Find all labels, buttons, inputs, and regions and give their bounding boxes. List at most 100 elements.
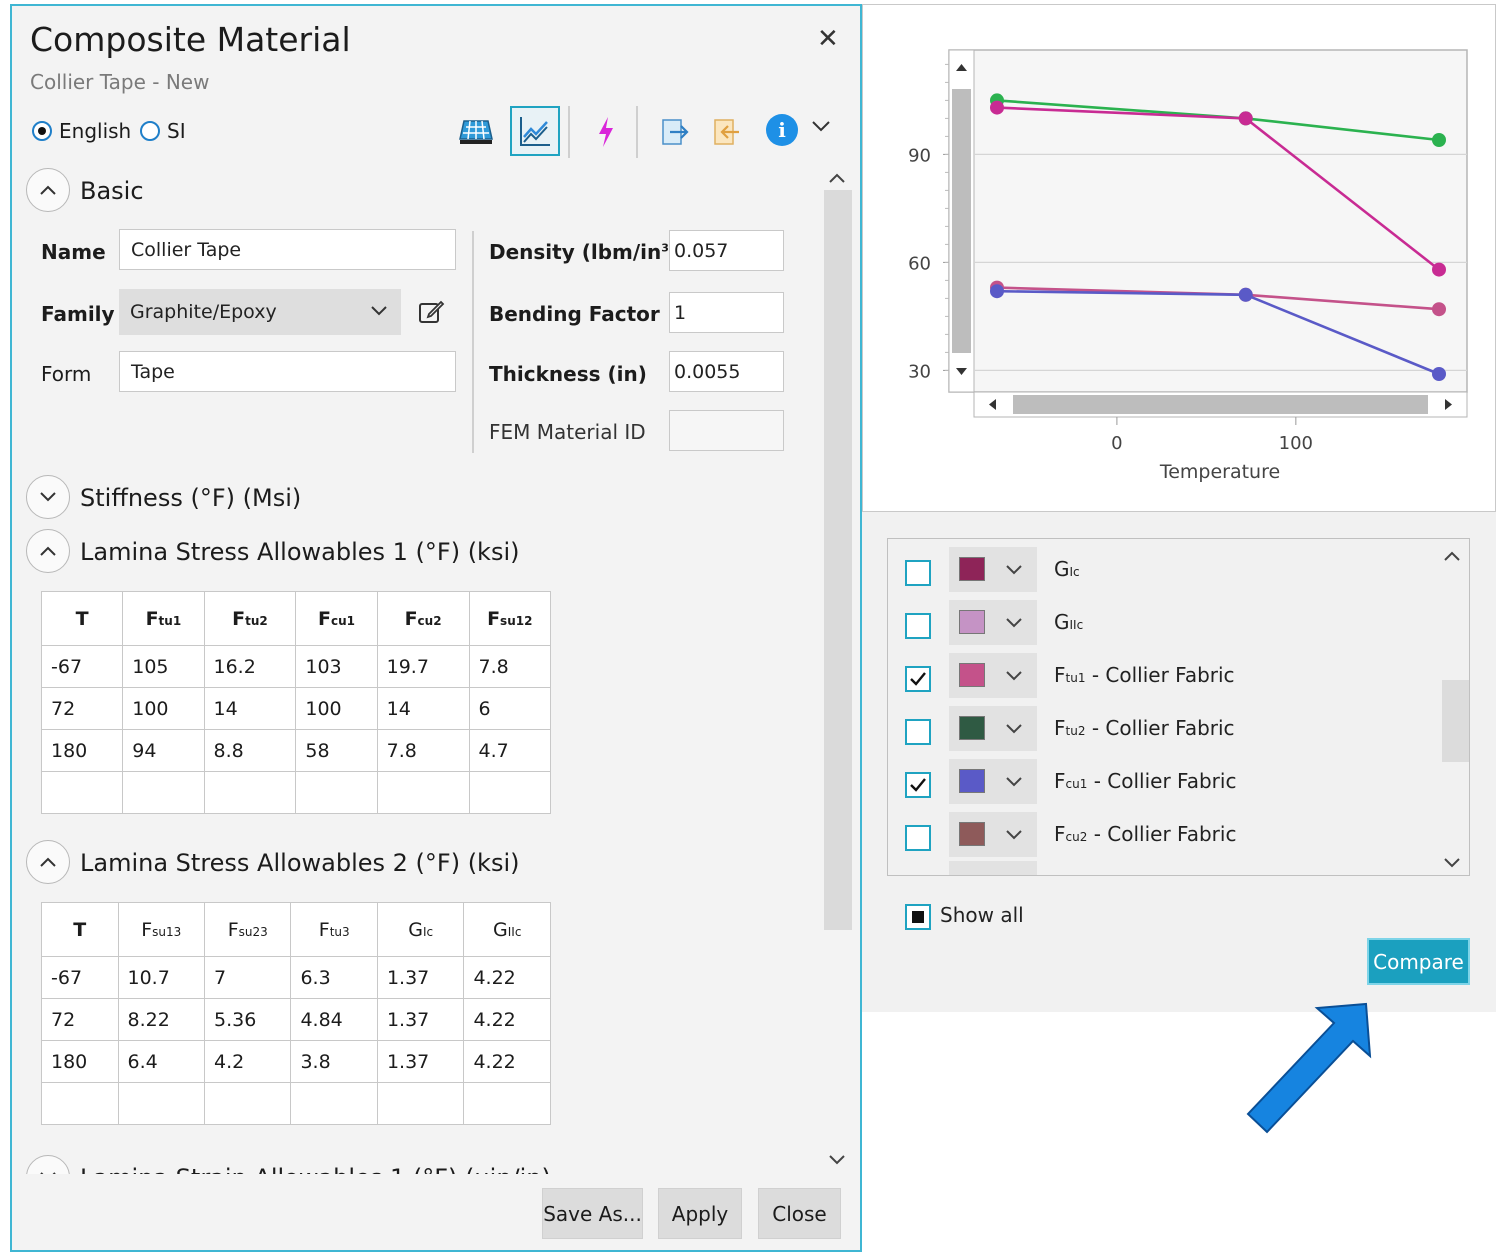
table-cell[interactable]: 72 xyxy=(40,687,124,730)
color-picker[interactable] xyxy=(949,812,1037,857)
series-list-item[interactable]: Fcu2 - Collier Fabric xyxy=(888,808,1448,861)
info-icon[interactable]: i xyxy=(766,114,798,146)
table-cell[interactable] xyxy=(203,1082,292,1125)
column-header[interactable]: Fcu2 xyxy=(376,591,470,646)
table-cell[interactable]: 14 xyxy=(203,687,297,730)
column-header[interactable]: Fsu23 xyxy=(203,902,292,957)
chevron-down-icon[interactable] xyxy=(810,118,832,138)
table-cell[interactable]: 14 xyxy=(376,687,470,730)
table-cell[interactable]: 5.36 xyxy=(203,998,292,1041)
table-cell[interactable] xyxy=(122,771,205,814)
table-cell[interactable]: 180 xyxy=(41,1040,119,1083)
vertical-scrollbar-thumb[interactable] xyxy=(824,190,852,930)
table-cell[interactable]: 4.22 xyxy=(463,998,551,1041)
color-picker[interactable] xyxy=(949,861,1037,875)
table-cell[interactable]: 180 xyxy=(40,729,124,772)
compare-button[interactable]: Compare xyxy=(1367,938,1470,985)
chart-hscroll-thumb[interactable] xyxy=(1013,395,1428,414)
table-cell[interactable]: 4.22 xyxy=(463,956,551,999)
scroll-up-icon[interactable] xyxy=(827,170,847,189)
table-cell[interactable] xyxy=(376,1082,465,1125)
table-cell[interactable]: 1.37 xyxy=(376,998,465,1041)
close-icon[interactable]: ✕ xyxy=(817,24,839,54)
column-header[interactable]: Fsu13 xyxy=(117,902,205,957)
data-point[interactable] xyxy=(990,284,1004,299)
stiffness-expand-button[interactable] xyxy=(26,475,70,519)
lightning-icon[interactable] xyxy=(590,112,622,152)
scroll-down-icon[interactable] xyxy=(827,1152,847,1171)
list-scroll-down-icon[interactable] xyxy=(1442,855,1462,874)
series-list-item[interactable]: Fcu1 - Collier Fabric xyxy=(888,755,1448,808)
table-cell[interactable] xyxy=(117,1082,205,1125)
list-scrollbar-thumb[interactable] xyxy=(1442,680,1469,762)
thickness-input[interactable]: 0.0055 xyxy=(669,351,784,392)
table-cell[interactable]: 7 xyxy=(203,956,292,999)
color-picker[interactable] xyxy=(949,547,1037,592)
table-cell[interactable] xyxy=(376,771,470,814)
close-button[interactable]: Close xyxy=(758,1188,841,1239)
series-checkbox[interactable] xyxy=(905,719,931,745)
name-input[interactable]: Collier Tape xyxy=(119,229,456,270)
series-checkbox[interactable] xyxy=(905,613,931,639)
table-cell[interactable]: 6 xyxy=(468,687,551,730)
table-cell[interactable]: 8.8 xyxy=(203,729,297,772)
column-header[interactable]: GIc xyxy=(376,902,465,957)
units-english-radio[interactable]: English xyxy=(32,119,131,143)
lamina1-collapse-button[interactable] xyxy=(26,529,70,573)
color-picker[interactable] xyxy=(949,600,1037,645)
table-cell[interactable]: 94 xyxy=(122,729,205,772)
table-cell[interactable]: 8.22 xyxy=(117,998,205,1041)
column-header[interactable]: Ftu3 xyxy=(290,902,378,957)
fem-material-id-input[interactable] xyxy=(669,410,784,451)
family-select[interactable]: Graphite/Epoxy xyxy=(119,289,401,335)
table-cell[interactable]: 3.8 xyxy=(290,1040,378,1083)
color-picker[interactable] xyxy=(949,759,1037,804)
data-point[interactable] xyxy=(1432,133,1446,147)
series-checkbox[interactable] xyxy=(905,772,931,798)
apply-button[interactable]: Apply xyxy=(658,1188,742,1239)
table-cell[interactable]: 103 xyxy=(295,645,378,688)
table-cell[interactable]: -67 xyxy=(40,645,124,688)
column-header[interactable]: Fsu12 xyxy=(468,591,551,646)
column-header[interactable]: T xyxy=(41,902,119,957)
table-cell[interactable]: 4.2 xyxy=(203,1040,292,1083)
table-cell[interactable] xyxy=(463,1082,551,1125)
table-cell[interactable]: 105 xyxy=(122,645,205,688)
table-cell[interactable] xyxy=(40,771,124,814)
form-input[interactable]: Tape xyxy=(119,351,456,392)
series-checkbox[interactable] xyxy=(905,666,931,692)
table-cell[interactable]: 7.8 xyxy=(376,729,470,772)
column-header[interactable]: Fcu1 xyxy=(295,591,378,646)
data-point[interactable] xyxy=(1432,302,1446,317)
table-cell[interactable]: 58 xyxy=(295,729,378,772)
table-cell[interactable]: 72 xyxy=(41,998,119,1041)
table-cell[interactable]: -67 xyxy=(41,956,119,999)
edit-family-icon[interactable] xyxy=(417,298,445,330)
table-view-icon[interactable] xyxy=(456,112,496,152)
table-cell[interactable]: 16.2 xyxy=(203,645,297,688)
series-checkbox[interactable] xyxy=(905,825,931,851)
show-all-checkbox[interactable] xyxy=(905,904,931,930)
table-cell[interactable]: 10.7 xyxy=(117,956,205,999)
series-list-item[interactable]: GIc xyxy=(888,543,1448,596)
series-list-item[interactable]: GIIc xyxy=(888,596,1448,649)
data-point[interactable] xyxy=(990,100,1004,115)
import-icon[interactable] xyxy=(709,112,745,152)
table-cell[interactable]: 6.3 xyxy=(290,956,378,999)
series-checkbox[interactable] xyxy=(905,560,931,586)
chart-view-icon[interactable] xyxy=(510,106,560,156)
color-picker[interactable] xyxy=(949,706,1037,751)
table-cell[interactable]: 100 xyxy=(122,687,205,730)
table-cell[interactable]: 4.22 xyxy=(463,1040,551,1083)
table-cell[interactable]: 19.7 xyxy=(376,645,470,688)
lamina2-collapse-button[interactable] xyxy=(26,840,70,884)
table-cell[interactable]: 6.4 xyxy=(117,1040,205,1083)
table-cell[interactable] xyxy=(468,771,551,814)
table-cell[interactable]: 1.37 xyxy=(376,956,465,999)
column-header[interactable]: GIIc xyxy=(463,902,551,957)
data-point[interactable] xyxy=(1238,287,1253,302)
table-cell[interactable] xyxy=(295,771,378,814)
export-icon[interactable] xyxy=(657,112,693,152)
save-as-button[interactable]: Save As... xyxy=(542,1188,643,1239)
table-cell[interactable]: 1.37 xyxy=(376,1040,465,1083)
